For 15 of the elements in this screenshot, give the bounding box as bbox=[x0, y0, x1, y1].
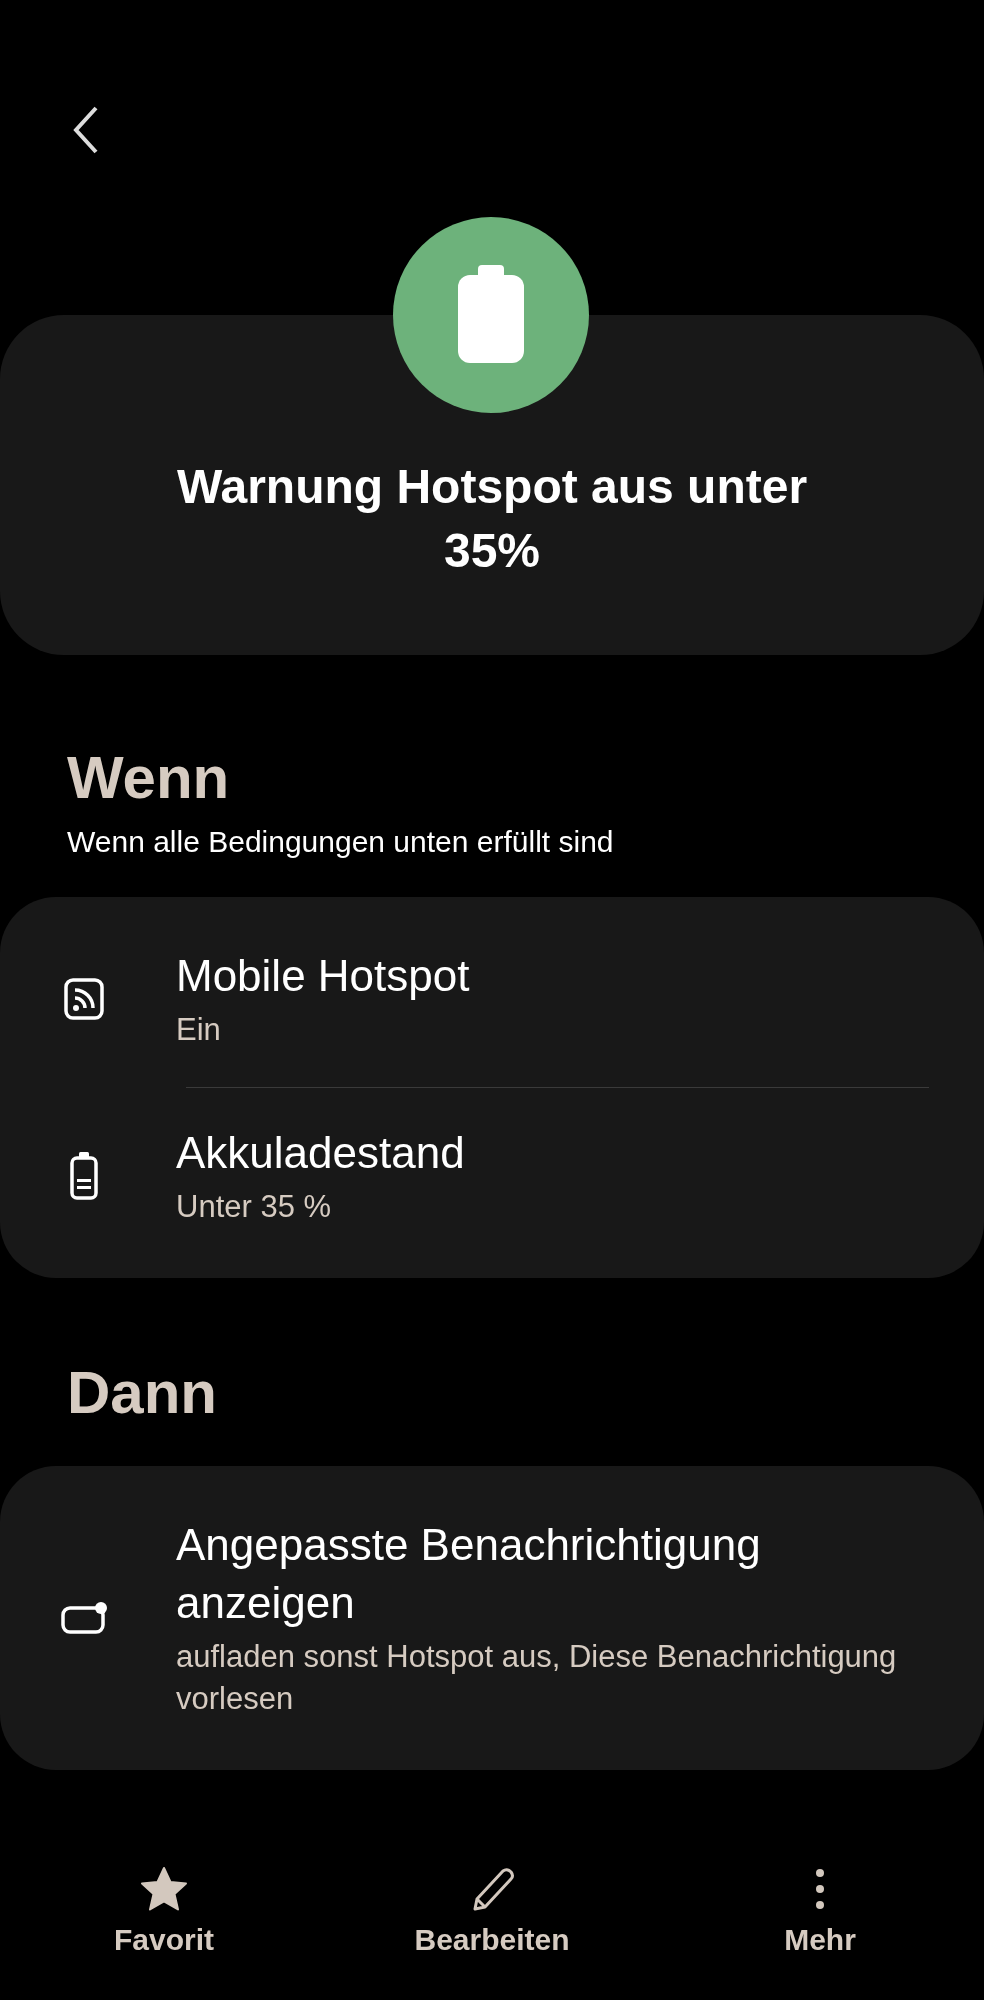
item-subtitle: Ein bbox=[176, 1011, 222, 1049]
nav-button[interactable]: Mehr bbox=[656, 1865, 984, 1957]
section-subtitle: Wenn alle Bedingungen unten erfüllt sind bbox=[67, 825, 615, 859]
automation-title: Warnung Hotspot aus unter 35% bbox=[175, 459, 809, 579]
item-subtitle: Unter 35 % bbox=[176, 1188, 333, 1226]
section-heading: Dann bbox=[67, 1358, 218, 1428]
item-title[interactable]: Akkuladestand bbox=[176, 1124, 944, 1182]
nav-button[interactable]: Bearbeiten bbox=[328, 1865, 656, 1957]
battery-icon bbox=[456, 265, 526, 365]
section-heading: Wenn bbox=[67, 743, 231, 813]
item-title[interactable]: Angepasste Benachrichtigung anzeigen bbox=[176, 1516, 944, 1632]
star-icon bbox=[139, 1865, 189, 1913]
item-title[interactable]: Mobile Hotspot bbox=[176, 947, 944, 1005]
nav-button[interactable]: Favorit bbox=[0, 1865, 328, 1957]
item-subtitle: aufladen sonst Hotspot aus, Diese Benachrichtigung vorlesen bbox=[176, 1638, 898, 1718]
